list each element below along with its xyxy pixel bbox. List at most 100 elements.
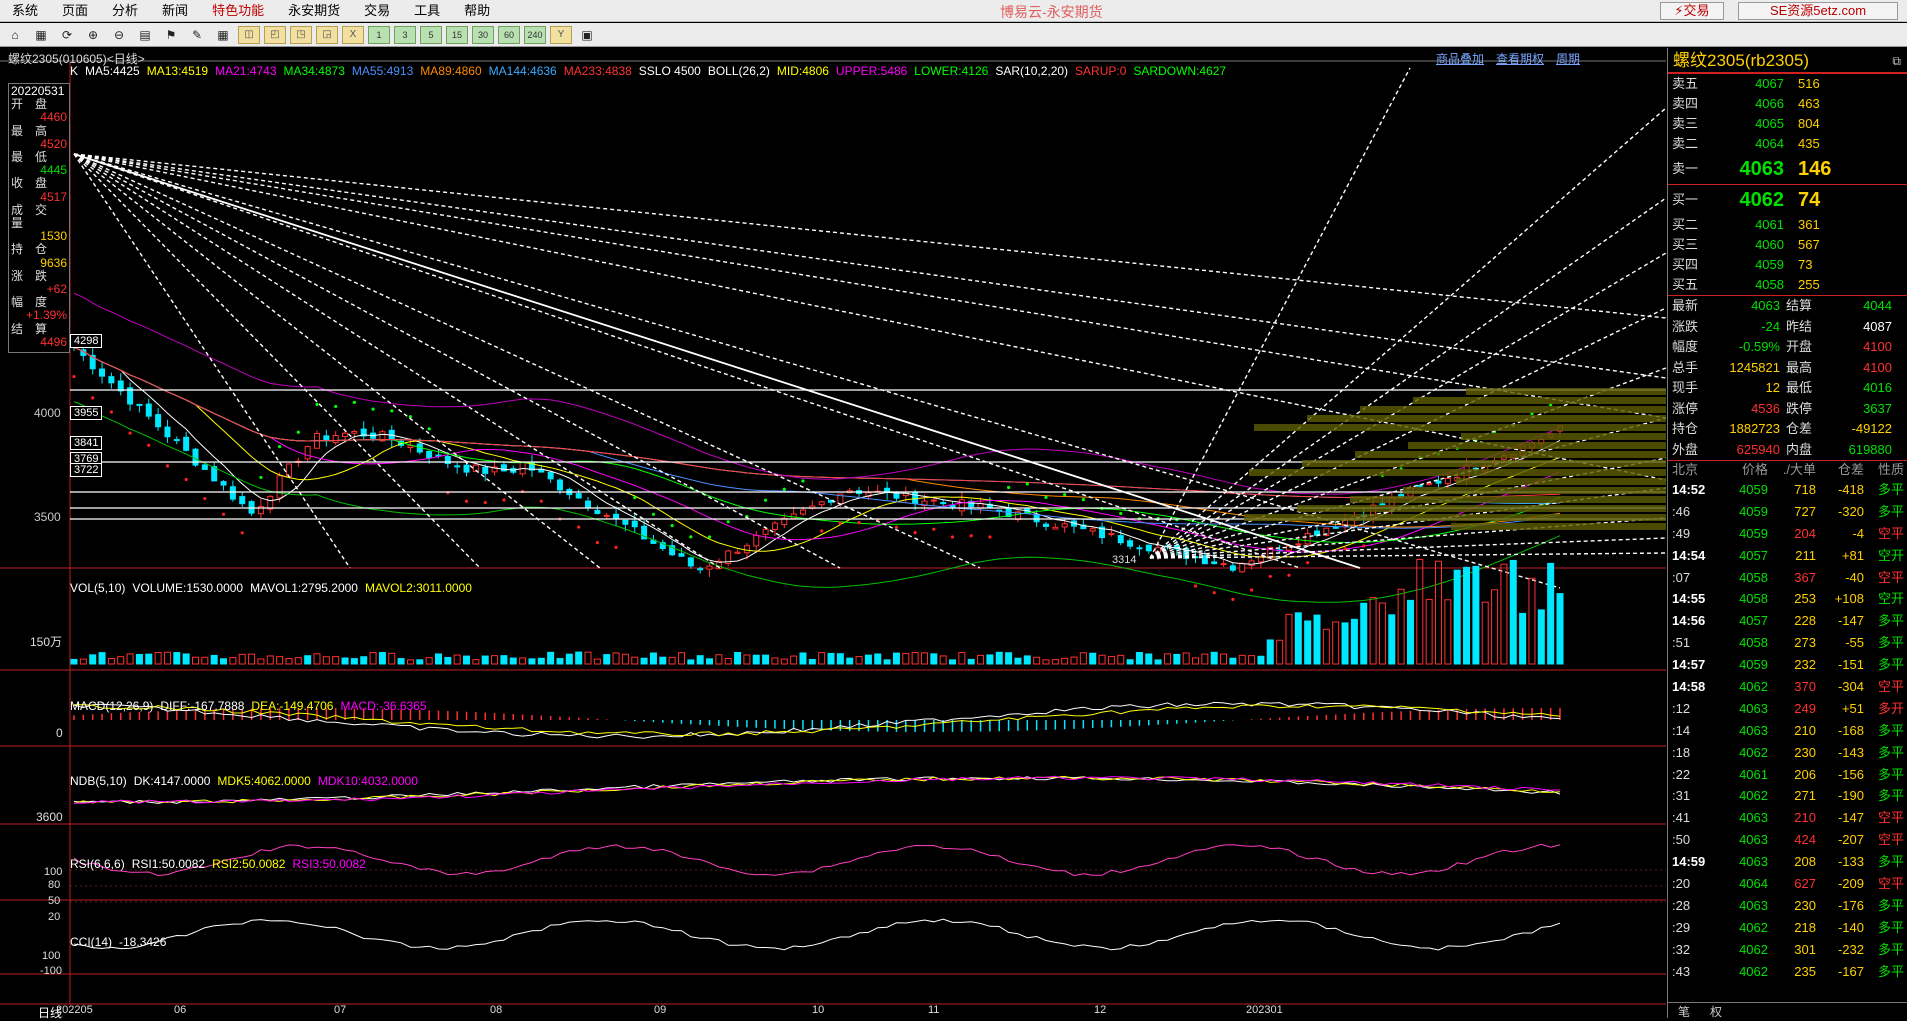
30-icon[interactable]: 30 <box>472 25 494 44</box>
bid-row[interactable]: 买三 4060 567 <box>1668 235 1907 255</box>
quote-tab[interactable]: 笔 <box>1668 1003 1700 1019</box>
sar-dot <box>932 527 936 531</box>
tick-row[interactable]: 14:55 4058 253 +108 空开 <box>1668 588 1907 610</box>
15-icon[interactable]: 15 <box>446 25 468 44</box>
tick-row[interactable]: :31 4062 271 -190 多平 <box>1668 785 1907 807</box>
tick-row[interactable]: 14:57 4059 232 -151 多平 <box>1668 654 1907 676</box>
5-icon[interactable]: 5 <box>420 25 442 44</box>
bid-row[interactable]: 买二 4061 361 <box>1668 215 1907 235</box>
tick-row[interactable]: :32 4062 301 -232 多平 <box>1668 939 1907 961</box>
menu-item[interactable]: 永安期货 <box>276 0 352 22</box>
menu-item[interactable]: 新闻 <box>150 0 200 22</box>
site-button[interactable]: SE资源5etz.com <box>1738 2 1898 20</box>
60-icon[interactable]: 60 <box>498 25 520 44</box>
tick-row[interactable]: :43 4062 235 -167 多平 <box>1668 961 1907 983</box>
bid-row[interactable]: 买四 4059 73 <box>1668 255 1907 275</box>
menu-item[interactable]: 交易 <box>352 0 402 22</box>
tick-row[interactable]: :18 4062 230 -143 多平 <box>1668 742 1907 764</box>
kline-chart-svg[interactable] <box>0 48 1666 1018</box>
tick-row[interactable]: :20 4064 627 -209 空平 <box>1668 873 1907 895</box>
gann-line <box>73 153 841 569</box>
menu-item[interactable]: 页面 <box>50 0 100 22</box>
candle-body <box>697 568 704 571</box>
home-icon[interactable]: ⌂ <box>4 26 26 44</box>
maximize-icon[interactable]: ⧉ <box>1892 48 1901 74</box>
calc-icon[interactable]: ▣ <box>576 26 598 44</box>
zoom-in-icon[interactable]: ⊕ <box>82 26 104 44</box>
volume-bar <box>341 657 349 665</box>
info-value: +1.39% <box>25 308 67 323</box>
tick-row[interactable]: :14 4063 210 -168 多平 <box>1668 720 1907 742</box>
price-box[interactable]: 3955 <box>70 406 103 420</box>
cci-y-label: 100 <box>42 950 61 962</box>
menu-item[interactable]: 工具 <box>402 0 452 22</box>
volume-bar <box>1397 588 1405 665</box>
season-icon[interactable]: ◲ <box>316 25 338 44</box>
tick-row[interactable]: :50 4063 424 -207 空平 <box>1668 829 1907 851</box>
tick-row[interactable]: :29 4062 218 -140 多平 <box>1668 917 1907 939</box>
chart-f-icon[interactable]: ▦ <box>30 26 52 44</box>
stat-value: 1882723 <box>1729 421 1780 436</box>
macd-y-label: 0 <box>56 726 63 740</box>
sar-dot <box>689 535 693 539</box>
tick-time: 14:55 <box>1672 591 1706 607</box>
table-icon[interactable]: ▦ <box>212 26 234 44</box>
candle-body <box>1248 560 1255 567</box>
tick-row[interactable]: :22 4061 206 -156 多平 <box>1668 764 1907 786</box>
menu-item[interactable]: 帮助 <box>452 0 502 22</box>
menu-item[interactable]: 特色功能 <box>200 0 276 22</box>
tick-row[interactable]: :12 4063 249 +51 多开 <box>1668 698 1907 720</box>
x-icon[interactable]: X <box>342 25 364 44</box>
menu-item[interactable]: 系统 <box>0 0 50 22</box>
volume-bar <box>1322 628 1330 665</box>
layers-icon[interactable]: ▤ <box>134 26 156 44</box>
trade-button[interactable]: ⚡交易 <box>1660 2 1724 20</box>
tick-row[interactable]: :46 4059 727 -320 多平 <box>1668 501 1907 523</box>
week-icon[interactable]: ◰ <box>264 25 286 44</box>
ask-row[interactable]: 卖五 4067 516 <box>1668 74 1907 94</box>
price-box[interactable]: 3722 <box>70 463 103 477</box>
ask-row[interactable]: 卖三 4065 804 <box>1668 114 1907 134</box>
price-box[interactable]: 3841 <box>70 436 103 450</box>
tick-time: :51 <box>1672 635 1691 651</box>
volume-bar <box>210 654 218 665</box>
sar-dot <box>820 529 824 533</box>
candle-body <box>547 471 554 480</box>
refresh-icon[interactable]: ⟳ <box>56 26 78 44</box>
top-link[interactable]: 商品叠加 <box>1436 50 1484 67</box>
month-icon[interactable]: ◳ <box>290 25 312 44</box>
tick-row[interactable]: 14:52 4059 718 -418 多平 <box>1668 479 1907 501</box>
year-icon[interactable]: Y <box>550 25 572 44</box>
tick-row[interactable]: 14:59 4063 208 -133 多平 <box>1668 851 1907 873</box>
top-link[interactable]: 周期 <box>1556 50 1580 67</box>
quote-tab[interactable]: 权 <box>1700 1003 1732 1019</box>
ask-row[interactable]: 卖四 4066 463 <box>1668 94 1907 114</box>
tick-row[interactable]: :51 4058 273 -55 多平 <box>1668 632 1907 654</box>
tick-row[interactable]: :41 4063 210 -147 空平 <box>1668 807 1907 829</box>
zoom-out-icon[interactable]: ⊖ <box>108 26 130 44</box>
tick-time: 14:56 <box>1672 613 1706 629</box>
tick-row[interactable]: 14:56 4057 228 -147 多平 <box>1668 610 1907 632</box>
tick-row[interactable]: :49 4059 204 -4 空平 <box>1668 523 1907 545</box>
3-icon[interactable]: 3 <box>394 25 416 44</box>
price-box[interactable]: 4298 <box>70 334 103 348</box>
tick-list[interactable]: 14:52 4059 718 -418 多平:46 4059 727 -320 多平:49 405… <box>1668 479 1907 982</box>
tick-row[interactable]: 14:54 4057 211 +81 空开 <box>1668 545 1907 567</box>
volume-bar <box>248 653 256 665</box>
k-sel-icon[interactable]: ◫ <box>238 25 260 44</box>
tag-icon[interactable]: ⚑ <box>160 26 182 44</box>
tick-row[interactable]: :07 4058 367 -40 空平 <box>1668 567 1907 589</box>
bid-row[interactable]: 买一 4062 74 <box>1668 185 1907 215</box>
sar-dot <box>165 464 170 468</box>
tick-row[interactable]: :28 4063 230 -176 多平 <box>1668 895 1907 917</box>
menu-item[interactable]: 分析 <box>100 0 150 22</box>
pen-icon[interactable]: ✎ <box>186 26 208 44</box>
1-icon[interactable]: 1 <box>368 25 390 44</box>
tick-row[interactable]: 14:58 4062 370 -304 空平 <box>1668 676 1907 698</box>
tick-time: 14:54 <box>1672 547 1706 563</box>
top-link[interactable]: 查看期权 <box>1496 50 1544 67</box>
240-icon[interactable]: 240 <box>524 25 546 44</box>
ask-row[interactable]: 卖二 4064 435 <box>1668 134 1907 154</box>
ask-row[interactable]: 卖一 4063 146 <box>1668 154 1907 184</box>
bid-row[interactable]: 买五 4058 255 <box>1668 275 1907 295</box>
